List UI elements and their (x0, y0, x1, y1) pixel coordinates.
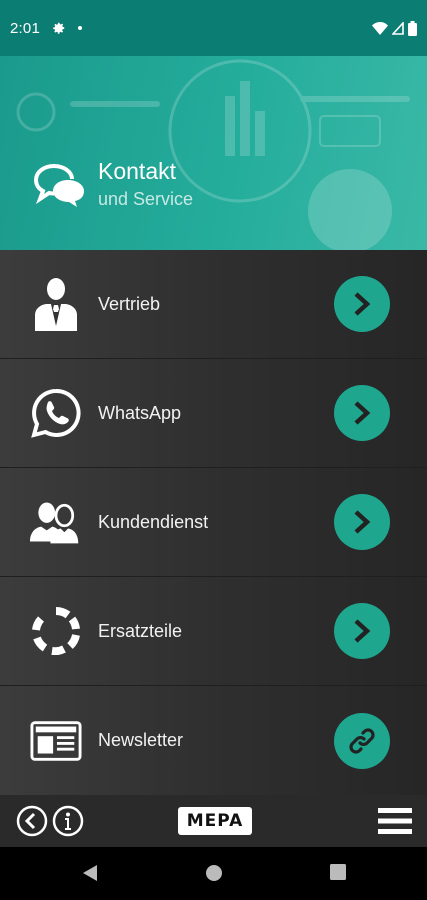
chevron-right-icon[interactable] (334, 276, 390, 332)
businessman-icon (30, 278, 82, 331)
users-icon (30, 496, 82, 548)
list-item-label: WhatsApp (98, 402, 182, 423)
list-item-label: Ersatzteile (98, 620, 183, 641)
chat-bubbles-icon (33, 164, 84, 207)
back-icon[interactable] (16, 805, 48, 837)
list-item-label: Kundendienst (98, 511, 209, 532)
newspaper-icon (30, 715, 82, 767)
nav-home-icon[interactable] (205, 864, 223, 882)
status-bar: 2:01 (0, 0, 427, 56)
page-title: Kontakt (98, 158, 176, 184)
spare-parts-icon (30, 605, 82, 657)
notification-dot-icon (78, 26, 82, 30)
list-item-vertrieb[interactable]: Vertrieb (0, 250, 427, 359)
contact-menu-list: Vertrieb WhatsApp Kundendienst Ersatztei… (0, 250, 427, 795)
bottom-toolbar: MEPA (0, 795, 427, 847)
system-navigation-bar (0, 847, 427, 900)
list-item-newsletter[interactable]: Newsletter (0, 686, 427, 795)
chevron-right-icon[interactable] (334, 603, 390, 659)
battery-icon (408, 20, 417, 36)
logo-text: MEPA (186, 811, 244, 831)
chevron-right-icon[interactable] (334, 494, 390, 550)
info-icon[interactable] (52, 805, 84, 837)
list-item-kundendienst[interactable]: Kundendienst (0, 468, 427, 577)
background-graphic (16, 59, 410, 250)
status-time: 2:01 (10, 19, 40, 37)
link-icon[interactable] (334, 712, 390, 769)
nav-recents-icon[interactable] (330, 864, 346, 880)
whatsapp-icon (30, 387, 82, 439)
hamburger-menu-icon[interactable] (378, 806, 412, 836)
signal-icon (392, 21, 404, 35)
header-banner: Kontakt und Service (0, 56, 427, 250)
list-item-label: Newsletter (98, 730, 184, 750)
nav-back-icon[interactable] (82, 864, 98, 882)
mepa-logo: MEPA (178, 807, 252, 835)
chevron-right-icon[interactable] (334, 385, 390, 441)
page-subtitle: und Service (98, 189, 194, 209)
list-item-whatsapp[interactable]: WhatsApp (0, 359, 427, 468)
list-item-label: Vertrieb (98, 293, 161, 314)
gear-icon (53, 22, 65, 34)
wifi-icon (372, 22, 388, 35)
list-item-ersatzteile[interactable]: Ersatzteile (0, 577, 427, 686)
